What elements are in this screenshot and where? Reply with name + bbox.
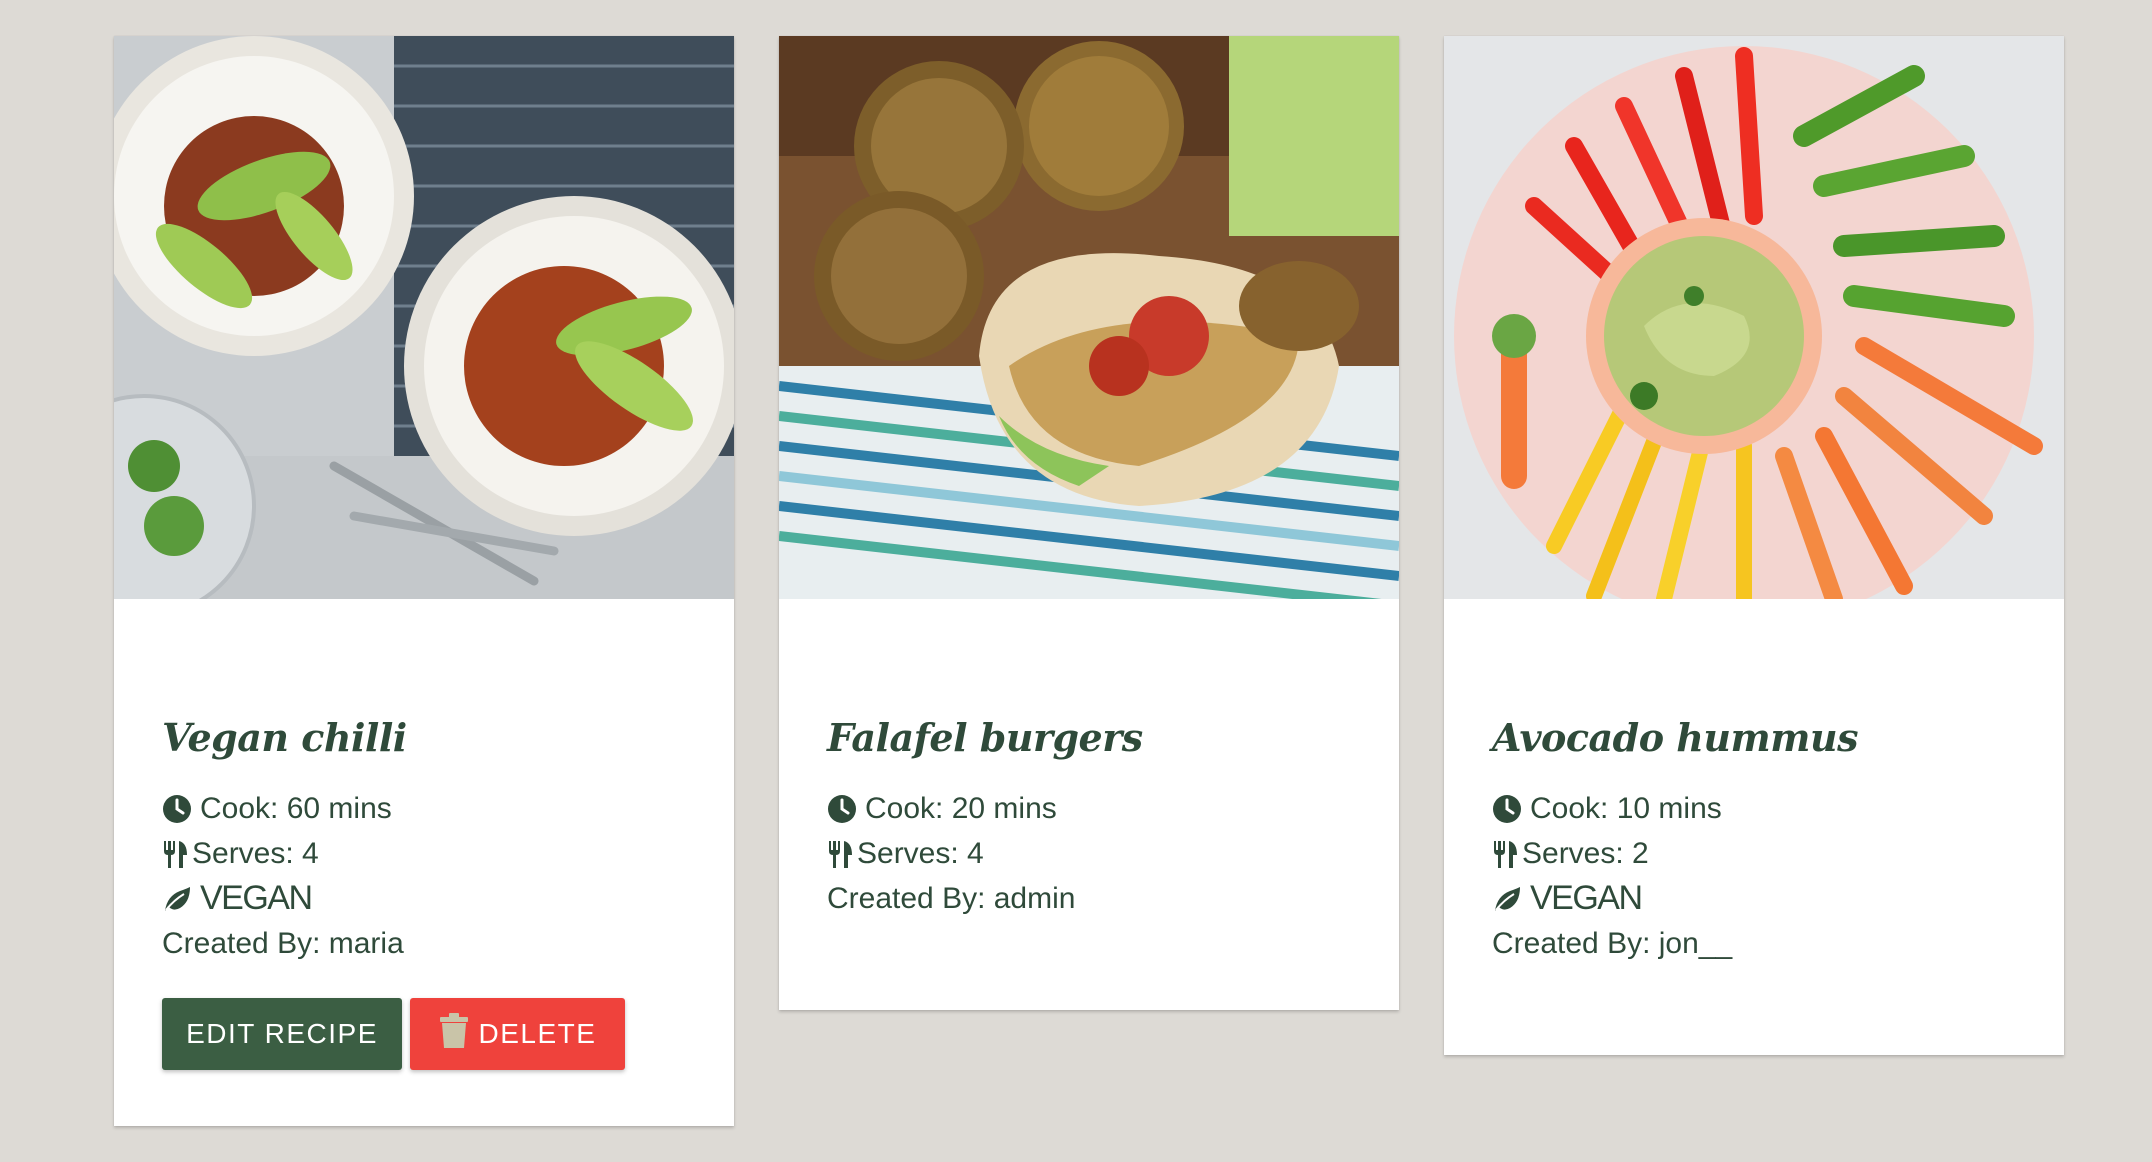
created-by: Created By: jon__	[1492, 927, 1733, 960]
recipe-image-falafel-burgers[interactable]	[779, 36, 1399, 599]
cook-time-text: Cook: 60 mins	[200, 792, 392, 825]
utensils-icon	[1492, 839, 1518, 869]
leaf-icon	[162, 884, 192, 914]
vegan-label: VEGAN	[1530, 879, 1643, 917]
vegan-badge: VEGAN	[162, 876, 686, 921]
delete-recipe-button[interactable]: DELETE	[410, 998, 625, 1070]
trash-icon	[439, 1012, 469, 1056]
recipe-image-avocado-hummus[interactable]	[1444, 36, 2064, 599]
created-by: Created By: maria	[162, 927, 404, 960]
serves-text: Serves: 2	[1522, 837, 1649, 870]
recipe-card-content: Avocado hummus Cook: 10 mins Serves: 2 V…	[1444, 599, 2064, 966]
vegan-badge: VEGAN	[1492, 876, 2016, 921]
serves: Serves: 4	[827, 831, 1351, 876]
utensils-icon	[827, 839, 853, 869]
recipe-title[interactable]: Avocado hummus	[1492, 712, 2016, 764]
serves-text: Serves: 4	[192, 837, 319, 870]
utensils-icon	[162, 839, 188, 869]
cook-time: Cook: 10 mins	[1492, 786, 2016, 831]
recipe-card-falafel-burgers: Falafel burgers Cook: 20 mins Serves: 4 …	[779, 36, 1399, 1010]
recipe-card-avocado-hummus: Avocado hummus Cook: 10 mins Serves: 2 V…	[1444, 36, 2064, 1055]
cook-time: Cook: 60 mins	[162, 786, 686, 831]
edit-recipe-label: EDIT RECIPE	[186, 1018, 378, 1049]
created-by: Created By: admin	[827, 882, 1076, 915]
recipe-title[interactable]: Vegan chilli	[162, 712, 686, 764]
recipe-card-content: Falafel burgers Cook: 20 mins Serves: 4 …	[779, 599, 1399, 921]
recipe-title[interactable]: Falafel burgers	[827, 712, 1351, 764]
clock-icon	[827, 794, 857, 824]
clock-icon	[162, 794, 192, 824]
cook-time-text: Cook: 10 mins	[1530, 792, 1722, 825]
serves: Serves: 2	[1492, 831, 2016, 876]
cook-time: Cook: 20 mins	[827, 786, 1351, 831]
recipe-card-vegan-chilli: Vegan chilli Cook: 60 mins Serves: 4 VEG…	[114, 36, 734, 1126]
recipe-actions: EDIT RECIPE DELETE	[162, 998, 686, 1070]
cook-time-text: Cook: 20 mins	[865, 792, 1057, 825]
vegan-label: VEGAN	[200, 879, 313, 917]
serves: Serves: 4	[162, 831, 686, 876]
recipe-card-content: Vegan chilli Cook: 60 mins Serves: 4 VEG…	[114, 599, 734, 1070]
clock-icon	[1492, 794, 1522, 824]
leaf-icon	[1492, 884, 1522, 914]
edit-recipe-button[interactable]: EDIT RECIPE	[162, 998, 402, 1070]
recipe-image-vegan-chilli[interactable]	[114, 36, 734, 599]
serves-text: Serves: 4	[857, 837, 984, 870]
delete-label: DELETE	[478, 1018, 597, 1049]
